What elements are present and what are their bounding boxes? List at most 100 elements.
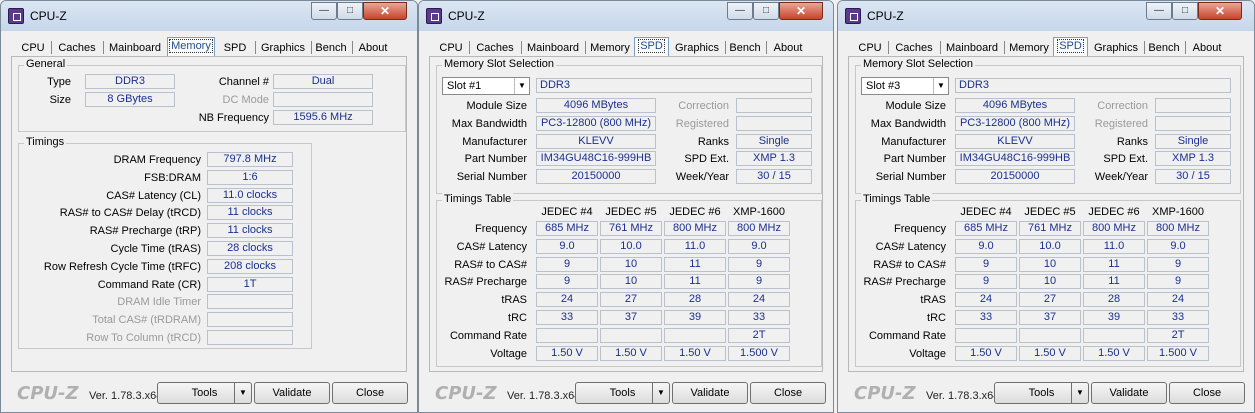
close-window-button[interactable]: ✕ <box>363 2 407 20</box>
timing-cell: 37 <box>600 310 662 325</box>
validate-button[interactable]: Validate <box>672 382 748 404</box>
tab-mainboard[interactable]: Mainboard <box>106 39 164 56</box>
timing-cell: 24 <box>728 292 790 308</box>
slot-selection-group: Memory Slot Selection Slot #3 ▼ DDR3 Modu… <box>855 58 1241 194</box>
tools-dropdown-arrow-icon[interactable]: ▼ <box>1071 383 1088 403</box>
timing-cell <box>600 327 662 343</box>
title-bar[interactable]: CPU-Z — □ ✕ <box>838 1 1254 31</box>
registered-value <box>736 115 812 131</box>
tab-caches[interactable]: Caches <box>55 39 99 56</box>
tools-button[interactable]: Tools ▼ <box>157 382 252 404</box>
tab-bench[interactable]: Bench <box>728 39 762 56</box>
timing-cell: 9 <box>955 256 1017 272</box>
tab-about[interactable]: About <box>769 39 807 56</box>
title-bar[interactable]: CPU-Z — □ ✕ <box>419 1 833 31</box>
ranks-value: Single <box>1155 133 1231 149</box>
timing-row-label: RAS# Precharge <box>444 276 527 289</box>
tab-mainboard[interactable]: Mainboard <box>943 39 1001 56</box>
maximize-button[interactable]: □ <box>753 2 779 20</box>
tab-bench[interactable]: Bench <box>314 39 348 56</box>
tab-memory[interactable]: Memory <box>167 37 215 57</box>
manufacturer-value: KLEVV <box>536 133 656 149</box>
serial-number-value: 20150000 <box>955 169 1075 185</box>
tab-caches[interactable]: Caches <box>892 39 936 56</box>
timing-cell: 39 <box>1083 310 1145 325</box>
channel-label: Channel # <box>218 76 269 88</box>
close-button[interactable]: Close <box>750 382 826 404</box>
timing-cell: 10 <box>600 256 662 272</box>
timing-column-header: JEDEC #5 <box>1024 206 1076 218</box>
module-size-value: 4096 MBytes <box>536 98 656 113</box>
tab-memory[interactable]: Memory <box>1007 39 1051 56</box>
timing-cell: 10.0 <box>1019 238 1081 254</box>
spd-ext-value: XMP 1.3 <box>736 151 812 167</box>
minimize-button[interactable]: — <box>311 2 337 20</box>
timing-cell: 33 <box>728 310 790 325</box>
timing-row-label: tRC <box>508 312 527 324</box>
chevron-down-icon[interactable]: ▼ <box>933 78 948 94</box>
module-size-label: Module Size <box>885 100 946 112</box>
timing-row-label: RAS# Precharge <box>863 276 946 289</box>
timing-column-header: JEDEC #6 <box>1088 206 1140 218</box>
tools-dropdown-arrow-icon[interactable]: ▼ <box>234 383 251 403</box>
validate-button[interactable]: Validate <box>1091 382 1167 404</box>
timing-cell: 9.0 <box>955 238 1017 254</box>
timing-row-label: Voltage <box>909 347 946 360</box>
tools-dropdown-arrow-icon[interactable]: ▼ <box>652 383 669 403</box>
chevron-down-icon[interactable]: ▼ <box>514 78 529 94</box>
close-button[interactable]: Close <box>332 382 408 404</box>
ranks-label: Ranks <box>697 135 729 148</box>
minimize-button[interactable]: — <box>727 2 753 20</box>
timing-cell: 10 <box>1019 256 1081 272</box>
timing-row-label: tRC <box>927 312 946 324</box>
tab-spd[interactable]: SPD <box>634 37 669 57</box>
cpuz-window-spd-slot1: CPU-Z — □ ✕ CPU Caches Mainboard Memory … <box>418 0 834 413</box>
tab-about[interactable]: About <box>355 39 391 56</box>
tab-graphics[interactable]: Graphics <box>1092 39 1140 56</box>
timing-row-label: tRAS <box>501 294 527 307</box>
general-group: General Type DDR3 Size 8 GBytes Channel … <box>18 58 406 132</box>
tab-graphics[interactable]: Graphics <box>673 39 721 56</box>
version-label: Ver. 1.78.3.x64 <box>926 390 1000 402</box>
slot-select[interactable]: Slot #3 ▼ <box>861 77 949 95</box>
timing-value <box>207 312 293 328</box>
tools-button[interactable]: Tools ▼ <box>575 382 670 404</box>
tab-mainboard[interactable]: Mainboard <box>524 39 582 56</box>
timing-cell: 1.50 V <box>600 345 662 361</box>
timing-cell: 33 <box>955 310 1017 325</box>
timing-label: CAS# Latency (CL) <box>106 189 201 202</box>
tab-caches[interactable]: Caches <box>473 39 517 56</box>
tab-spd[interactable]: SPD <box>1053 37 1088 57</box>
minimize-button[interactable]: — <box>1146 2 1172 20</box>
timing-column-header: JEDEC #4 <box>960 206 1012 218</box>
tab-cpu[interactable]: CPU <box>437 39 465 56</box>
tab-cpu[interactable]: CPU <box>856 39 884 56</box>
timing-cell: 1.50 V <box>1083 345 1145 361</box>
tab-graphics[interactable]: Graphics <box>259 39 307 56</box>
tab-memory[interactable]: Memory <box>588 39 632 56</box>
tab-about[interactable]: About <box>1188 39 1226 56</box>
spd-ext-label: SPD Ext. <box>1103 153 1148 166</box>
close-button[interactable]: Close <box>1169 382 1245 404</box>
type-label: Type <box>47 76 71 88</box>
tab-spd[interactable]: SPD <box>220 39 250 56</box>
close-window-button[interactable]: ✕ <box>779 2 823 20</box>
serial-number-label: Serial Number <box>875 171 946 184</box>
validate-button[interactable]: Validate <box>254 382 330 404</box>
slot-select[interactable]: Slot #1 ▼ <box>442 77 530 95</box>
timing-cell: 9 <box>728 274 790 290</box>
max-bandwidth-value: PC3-12800 (800 MHz) <box>536 115 656 131</box>
maximize-button[interactable]: □ <box>337 2 363 20</box>
timing-cell: 2T <box>728 327 790 343</box>
close-window-button[interactable]: ✕ <box>1198 2 1242 20</box>
timing-column-header: JEDEC #4 <box>541 206 593 218</box>
tab-cpu[interactable]: CPU <box>19 39 47 56</box>
title-bar[interactable]: CPU-Z — □ ✕ <box>1 1 417 31</box>
tools-button[interactable]: Tools ▼ <box>994 382 1089 404</box>
tab-bench[interactable]: Bench <box>1147 39 1181 56</box>
part-number-value: IM34GU48C16-999HB <box>955 151 1075 167</box>
timing-value: 1T <box>207 276 293 292</box>
timing-label: DRAM Frequency <box>113 154 201 166</box>
channel-value: Dual <box>273 74 373 89</box>
maximize-button[interactable]: □ <box>1172 2 1198 20</box>
